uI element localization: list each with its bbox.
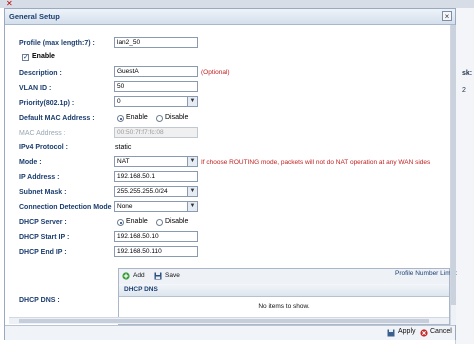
dialog-titlebar: General Setup × xyxy=(5,9,455,25)
mode-value: NAT xyxy=(117,158,130,165)
chevron-down-icon: ▼ xyxy=(187,157,197,166)
description-note: (Optional) xyxy=(201,69,230,76)
dhcp-start-ip-label: DHCP Start IP : xyxy=(19,234,70,241)
subnet-mask-select[interactable]: 255.255.255.0/24 ▼ xyxy=(114,186,198,197)
dhcp-server-enable-radio[interactable] xyxy=(117,219,124,226)
vlan-id-input[interactable]: 50 xyxy=(114,81,198,92)
default-mac-disable-label: Disable xyxy=(165,114,189,121)
save-icon xyxy=(154,272,162,280)
connection-detection-label: Connection Detection Mode : xyxy=(19,204,116,211)
dhcp-dns-column-label: DHCP DNS xyxy=(124,286,158,293)
dhcp-dns-label: DHCP DNS : xyxy=(19,297,60,304)
background-panel: sk: 2 xyxy=(455,8,474,344)
dhcp-server-label: DHCP Server : xyxy=(19,219,67,226)
background-label: sk: xyxy=(462,70,473,77)
dhcp-dns-empty-text: No items to show. xyxy=(258,303,310,310)
profile-number-limit: Profile Number Limit : xyxy=(395,270,458,277)
dhcp-server-disable-label: Disable xyxy=(165,218,189,225)
mac-address-input: 00:50:7f:f7:fc:08 xyxy=(114,127,198,138)
dhcp-end-ip-label: DHCP End IP : xyxy=(19,249,67,256)
cancel-button[interactable]: Cancel xyxy=(430,328,452,335)
close-icon[interactable]: × xyxy=(442,11,452,21)
connection-detection-value: None xyxy=(117,203,133,210)
add-icon xyxy=(122,272,130,280)
description-label: Description : xyxy=(19,70,62,77)
subnet-mask-label: Subnet Mask : xyxy=(19,189,67,196)
chevron-down-icon: ▼ xyxy=(187,187,197,196)
scroll-thumb[interactable] xyxy=(451,25,456,305)
dhcp-end-ip-input[interactable]: 192.168.50.110 xyxy=(114,246,198,257)
horizontal-scrollbar[interactable] xyxy=(9,317,449,324)
apply-icon xyxy=(387,329,395,337)
description-input[interactable]: GuestA xyxy=(114,66,198,77)
dialog-footer: Apply Cancel xyxy=(5,325,455,340)
dhcp-dns-column-header[interactable]: DHCP DNS xyxy=(119,284,449,297)
save-button[interactable]: Save xyxy=(165,272,180,279)
ip-address-input[interactable]: 192.168.50.1 xyxy=(114,171,198,182)
profile-label: Profile (max length:7) : xyxy=(19,40,95,47)
chevron-down-icon: ▼ xyxy=(187,202,197,211)
dhcp-dns-toolbar: Add Save Profile Number Limit : xyxy=(119,269,458,285)
chevron-down-icon: ▼ xyxy=(187,97,197,106)
mode-select[interactable]: NAT ▼ xyxy=(114,156,198,167)
mode-label: Mode : xyxy=(19,159,42,166)
mode-note: If choose ROUTING mode, packets will not… xyxy=(201,159,431,166)
connection-detection-select[interactable]: None ▼ xyxy=(114,201,198,212)
apply-button[interactable]: Apply xyxy=(398,328,416,335)
background-value: 2 xyxy=(462,87,466,94)
profile-input[interactable]: lan2_50 xyxy=(114,37,198,48)
priority-select[interactable]: 0 ▼ xyxy=(114,96,198,107)
default-mac-disable-radio[interactable] xyxy=(156,115,163,122)
vlan-id-label: VLAN ID : xyxy=(19,85,52,92)
ip-address-label: IP Address : xyxy=(19,174,60,181)
ipv4-protocol-value: static xyxy=(115,144,132,151)
scroll-thumb[interactable] xyxy=(19,319,429,323)
dialog-title: General Setup xyxy=(9,12,60,21)
general-setup-dialog: General Setup × Profile (max length:7) :… xyxy=(4,8,458,340)
enable-label: Enable xyxy=(32,53,55,60)
priority-value: 0 xyxy=(117,98,121,105)
default-mac-enable-label: Enable xyxy=(126,114,148,121)
default-mac-label: Default MAC Address : xyxy=(19,115,95,122)
dhcp-start-ip-input[interactable]: 192.168.50.10 xyxy=(114,231,198,242)
background-close-icon: ✕ xyxy=(6,0,13,8)
default-mac-enable-radio[interactable] xyxy=(117,115,124,122)
add-button[interactable]: Add xyxy=(133,272,145,279)
ipv4-protocol-label: IPv4 Protocol : xyxy=(19,144,69,151)
background-topbar: ✕ xyxy=(0,0,474,8)
enable-checkbox[interactable]: ✓ xyxy=(22,54,29,61)
priority-label: Priority(802.1p) : xyxy=(19,100,75,107)
dhcp-server-enable-label: Enable xyxy=(126,218,148,225)
cancel-icon xyxy=(420,329,428,337)
mac-address-label: MAC Address : xyxy=(19,130,66,137)
dhcp-server-disable-radio[interactable] xyxy=(156,219,163,226)
subnet-mask-value: 255.255.255.0/24 xyxy=(117,188,168,195)
vertical-scrollbar[interactable] xyxy=(450,25,456,325)
